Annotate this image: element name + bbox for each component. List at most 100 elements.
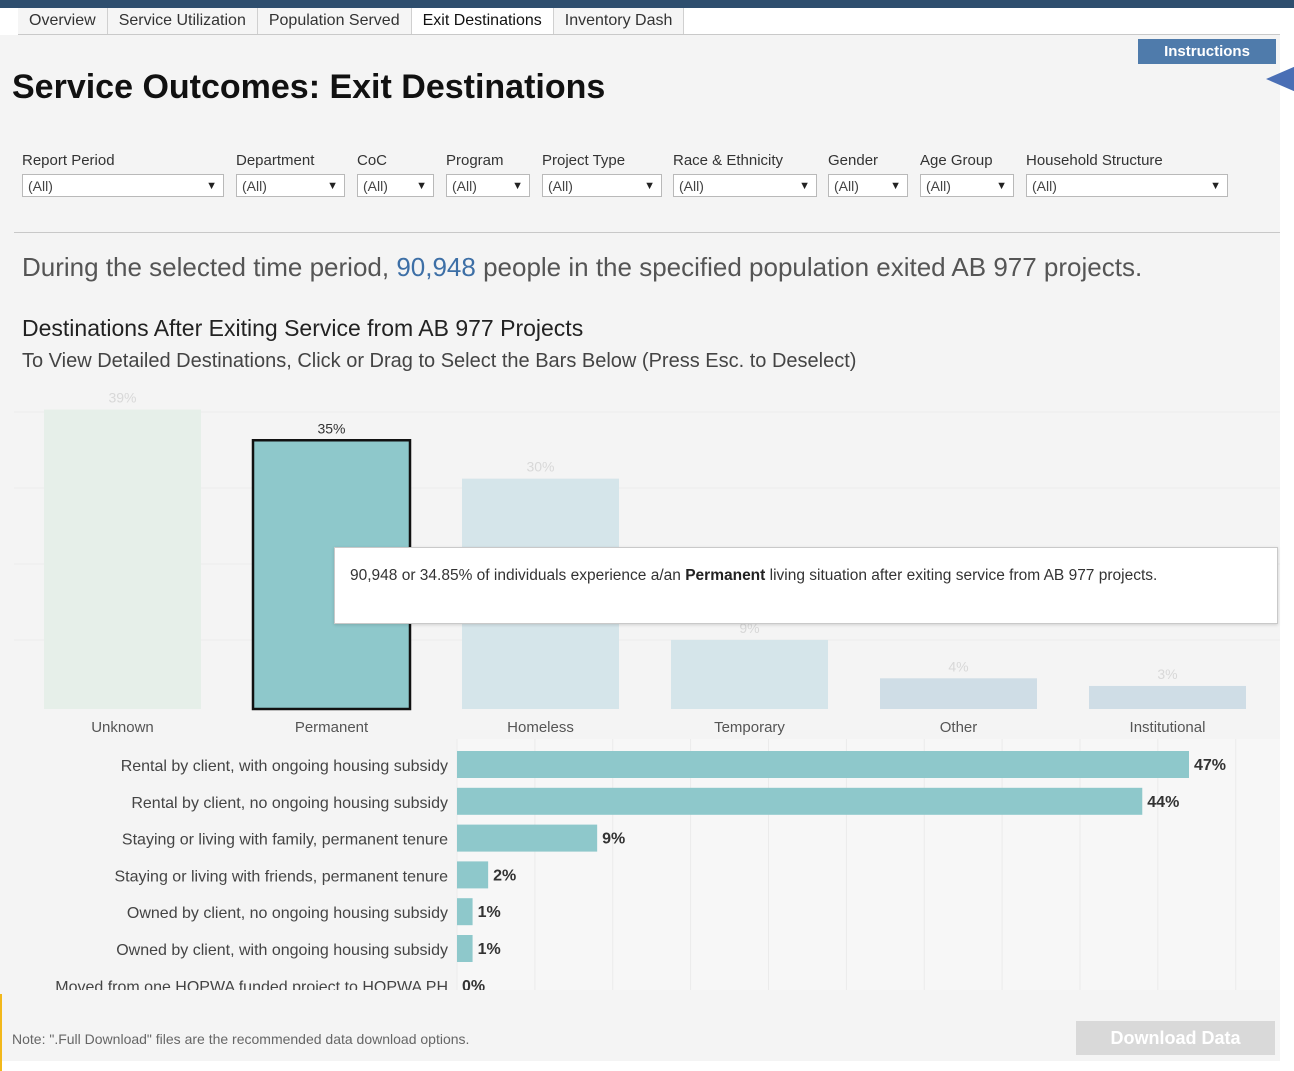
program-dropdown[interactable]: (All) ▼	[446, 174, 530, 197]
filter-label: Race & Ethnicity	[673, 152, 784, 169]
tooltip-category: Permanent	[685, 567, 766, 584]
detail-value-label: 2%	[493, 867, 516, 884]
bar-unknown[interactable]	[44, 409, 201, 709]
report-period-dropdown[interactable]: (All) ▼	[22, 174, 224, 197]
category-label: Unknown	[91, 719, 154, 736]
detail-value-label: 47%	[1194, 757, 1226, 774]
summary-sentence: During the selected time period, 90,948 …	[22, 252, 1142, 283]
detail-bar[interactable]	[457, 751, 1189, 778]
category-label: Permanent	[295, 719, 369, 736]
caret-down-icon: ▼	[416, 180, 427, 192]
bar-value-label: 4%	[948, 658, 968, 674]
gender-dropdown[interactable]: (All) ▼	[828, 174, 908, 197]
exit-count: 90,948	[396, 252, 476, 282]
bar-value-label: 3%	[1157, 666, 1177, 682]
bar-tooltip: 90,948 or 34.85% of individuals experien…	[334, 547, 1278, 624]
detail-value-label: 1%	[478, 904, 501, 921]
summary-suffix: people in the specified population exite…	[475, 252, 1143, 282]
caret-down-icon: ▼	[644, 180, 655, 192]
bar-institutional[interactable]	[1089, 685, 1246, 709]
race-ethnicity-dropdown[interactable]: (All) ▼	[673, 174, 817, 197]
detail-category-label: Rental by client, with ongoing housing s…	[121, 758, 448, 775]
top-accent-strip	[0, 0, 1294, 8]
destination-charts[interactable]: 39% Unknown 35% Permanent 30% Homeless 9% Tempo…	[0, 390, 1294, 1001]
chart-heading: Destinations After Exiting Service from …	[22, 315, 584, 341]
age-group-dropdown[interactable]: (All) ▼	[920, 174, 1014, 197]
download-data-button[interactable]: Download Data	[1076, 1021, 1275, 1055]
filter-coc: CoC (All) ▼	[357, 152, 434, 197]
filter-label: Gender	[828, 152, 879, 169]
filter-label: Program	[446, 152, 504, 169]
filter-project-type: Project Type (All) ▼	[542, 152, 662, 197]
bar-temporary[interactable]	[671, 639, 828, 709]
bar-value-label: 39%	[108, 390, 136, 406]
download-note: Note: ".Full Download" files are the rec…	[12, 1031, 470, 1047]
bar-other[interactable]	[880, 678, 1037, 709]
dropdown-value: (All)	[363, 178, 388, 194]
household-structure-dropdown[interactable]: (All) ▼	[1026, 174, 1228, 197]
tab-overview[interactable]: Overview	[18, 8, 108, 34]
detail-bar[interactable]	[457, 787, 1143, 815]
caret-down-icon: ▼	[890, 180, 901, 192]
caret-down-icon: ▼	[327, 180, 338, 192]
tab-exit-destinations[interactable]: Exit Destinations	[411, 8, 554, 34]
detail-value-label: 1%	[478, 941, 501, 958]
divider	[14, 232, 1280, 233]
caret-down-icon: ▼	[799, 180, 810, 192]
pointer-arrow-icon	[1266, 66, 1294, 92]
detail-bar[interactable]	[457, 824, 598, 852]
detail-bar[interactable]	[457, 935, 473, 962]
dropdown-value: (All)	[28, 178, 53, 194]
dashboard-tabs: Overview Service Utilization Population …	[18, 8, 1280, 35]
summary-prefix: During the selected time period,	[22, 252, 397, 282]
filter-race-ethnicity: Race & Ethnicity (All) ▼	[673, 152, 817, 197]
dropdown-value: (All)	[834, 178, 859, 194]
tab-population-served[interactable]: Population Served	[257, 8, 412, 34]
dropdown-value: (All)	[452, 178, 477, 194]
filter-age-group: Age Group (All) ▼	[920, 152, 1014, 197]
detail-value-label: 44%	[1147, 794, 1179, 811]
coc-dropdown[interactable]: (All) ▼	[357, 174, 434, 197]
filter-department: Department (All) ▼	[236, 152, 345, 197]
detail-value-label: 9%	[602, 831, 625, 848]
detail-category-label: Moved from one HOPWA funded project to H…	[55, 979, 448, 990]
filter-label: Report Period	[22, 152, 115, 169]
bar-value-label: 30%	[526, 459, 554, 475]
selection-indicator	[0, 994, 2, 1071]
tooltip-text: 90,948 or 34.85% of individuals experien…	[350, 567, 686, 584]
dropdown-value: (All)	[548, 178, 573, 194]
detail-category-label: Owned by client, with ongoing housing su…	[116, 942, 448, 959]
instructions-button[interactable]: Instructions	[1138, 39, 1276, 64]
filter-household-structure: Household Structure (All) ▼	[1026, 152, 1228, 197]
filter-label: Department	[236, 152, 315, 169]
filter-program: Program (All) ▼	[446, 152, 530, 197]
page-title: Service Outcomes: Exit Destinations	[12, 68, 606, 106]
category-label: Other	[940, 719, 978, 736]
filter-label: Household Structure	[1026, 152, 1163, 169]
caret-down-icon: ▼	[1210, 180, 1221, 192]
dropdown-value: (All)	[1032, 178, 1057, 194]
category-label: Homeless	[507, 719, 574, 736]
filter-report-period: Report Period (All) ▼	[22, 152, 224, 197]
dropdown-value: (All)	[926, 178, 951, 194]
bar-value-label: 35%	[317, 420, 345, 436]
filter-gender: Gender (All) ▼	[828, 152, 908, 197]
dropdown-value: (All)	[242, 178, 267, 194]
department-dropdown[interactable]: (All) ▼	[236, 174, 345, 197]
tab-service-utilization[interactable]: Service Utilization	[107, 8, 258, 34]
chart-area: 39% Unknown 35% Permanent 30% Homeless 9% Tempo…	[0, 390, 1294, 1001]
category-label: Temporary	[714, 719, 785, 736]
caret-down-icon: ▼	[206, 180, 217, 192]
dropdown-value: (All)	[679, 178, 704, 194]
detail-category-label: Staying or living with friends, permanen…	[114, 868, 448, 885]
tab-inventory-dash[interactable]: Inventory Dash	[553, 8, 685, 34]
detail-category-label: Rental by client, no ongoing housing sub…	[131, 795, 448, 812]
detail-category-label: Owned by client, no ongoing housing subs…	[127, 905, 448, 922]
filter-label: CoC	[357, 152, 388, 169]
project-type-dropdown[interactable]: (All) ▼	[542, 174, 662, 197]
detail-bar[interactable]	[457, 861, 489, 889]
filter-label: Project Type	[542, 152, 626, 169]
filter-label: Age Group	[920, 152, 993, 169]
detail-bar[interactable]	[457, 898, 473, 926]
chart-subheading: To View Detailed Destinations, Click or …	[22, 350, 857, 372]
